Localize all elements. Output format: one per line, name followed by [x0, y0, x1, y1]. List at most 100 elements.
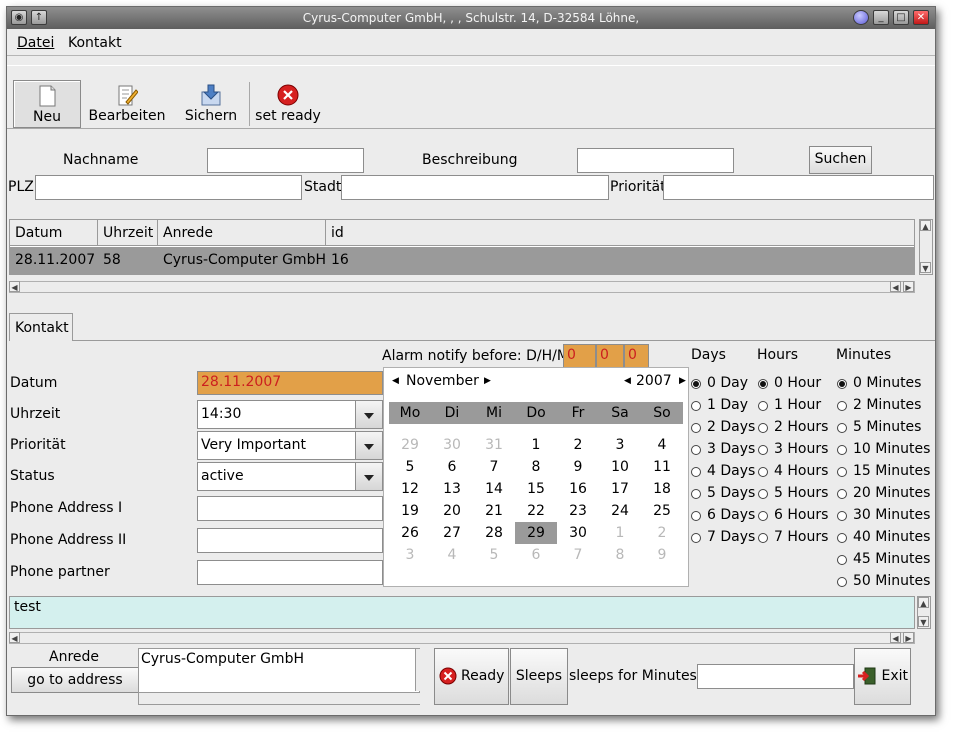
calendar-day[interactable]: 27: [431, 522, 473, 544]
calendar-day[interactable]: 7: [473, 456, 515, 478]
scroll-down-icon[interactable]: ▼: [918, 616, 929, 627]
city-input[interactable]: [341, 175, 609, 200]
calendar-day[interactable]: 8: [515, 456, 557, 478]
alarm-minutes-input[interactable]: 0: [624, 344, 649, 368]
hours-radio[interactable]: [758, 533, 768, 543]
notes-horizontal-scrollbar[interactable]: ◀ ◀ ▶: [9, 632, 915, 644]
scroll-up-icon[interactable]: ▲: [918, 597, 929, 608]
days-radio-label[interactable]: 5 Days: [707, 485, 755, 501]
salutation-textarea[interactable]: Cyrus-Computer GmbH: [138, 648, 428, 705]
calendar-day[interactable]: 4: [431, 544, 473, 566]
minutes-radio[interactable]: [837, 423, 847, 433]
minutes-radio[interactable]: [837, 577, 847, 587]
calendar-day[interactable]: 1: [599, 522, 641, 544]
calendar-day[interactable]: 18: [641, 478, 683, 500]
hours-radio-label[interactable]: 7 Hours: [774, 529, 828, 545]
calendar-day[interactable]: 1: [515, 434, 557, 456]
menu-kontakt[interactable]: Kontakt: [68, 35, 122, 51]
minutes-radio[interactable]: [837, 489, 847, 499]
date-calendar[interactable]: ◀ November ▶ ◀ 2007 ▶ Mo Di Mi Do Fr Sa So 29 3…: [383, 367, 689, 587]
menu-datei[interactable]: Datei: [17, 35, 54, 51]
sleeps-minutes-input[interactable]: [697, 664, 854, 689]
hours-radio[interactable]: [758, 423, 768, 433]
calendar-day[interactable]: 30: [431, 434, 473, 456]
table-horizontal-scrollbar[interactable]: ◀ ◀ ▶: [9, 281, 915, 293]
salutation-horizontal-scrollbar[interactable]: [139, 692, 420, 704]
calendar-day[interactable]: 7: [557, 544, 599, 566]
calendar-day[interactable]: 20: [431, 500, 473, 522]
calendar-day[interactable]: 8: [599, 544, 641, 566]
minutes-radio-label[interactable]: 45 Minutes: [853, 551, 930, 567]
days-radio-label[interactable]: 4 Days: [707, 463, 755, 479]
calendar-day[interactable]: 2: [557, 434, 599, 456]
hours-radio[interactable]: [758, 379, 768, 389]
date-input[interactable]: 28.11.2007: [197, 371, 383, 395]
days-radio[interactable]: [691, 423, 701, 433]
chevron-down-icon[interactable]: [355, 401, 382, 428]
hours-radio[interactable]: [758, 445, 768, 455]
table-vertical-scrollbar[interactable]: ▲ ▼: [919, 219, 933, 275]
phone-address-2-input[interactable]: [197, 528, 383, 553]
column-header-time[interactable]: Uhrzeit: [98, 220, 158, 246]
calendar-day[interactable]: 5: [389, 456, 431, 478]
calendar-day[interactable]: 2: [641, 522, 683, 544]
calendar-day[interactable]: 30: [557, 522, 599, 544]
ready-button[interactable]: Ready: [434, 648, 509, 705]
notes-vertical-scrollbar[interactable]: ▲ ▼: [917, 596, 931, 629]
alarm-days-input[interactable]: 0: [563, 344, 596, 368]
minutes-radio[interactable]: [837, 533, 847, 543]
calendar-day[interactable]: 21: [473, 500, 515, 522]
notes-textarea[interactable]: test: [9, 596, 915, 629]
minutes-radio[interactable]: [837, 467, 847, 477]
days-radio[interactable]: [691, 401, 701, 411]
minutes-radio[interactable]: [837, 555, 847, 565]
calendar-day[interactable]: 4: [641, 434, 683, 456]
prev-month-icon[interactable]: ◀: [392, 376, 399, 386]
scroll-right-icon[interactable]: ▶: [903, 281, 914, 292]
calendar-day[interactable]: 14: [473, 478, 515, 500]
minutes-radio-label[interactable]: 15 Minutes: [853, 463, 930, 479]
hours-radio[interactable]: [758, 489, 768, 499]
calendar-day[interactable]: 6: [515, 544, 557, 566]
hours-radio-label[interactable]: 1 Hour: [774, 397, 821, 413]
description-input[interactable]: [577, 148, 734, 173]
calendar-day[interactable]: 24: [599, 500, 641, 522]
hours-radio-label[interactable]: 6 Hours: [774, 507, 828, 523]
chevron-down-icon[interactable]: [355, 463, 382, 490]
phone-address-1-input[interactable]: [197, 496, 383, 521]
minutes-radio-label[interactable]: 2 Minutes: [853, 397, 921, 413]
salutation-vertical-scrollbar[interactable]: [415, 649, 428, 691]
minutes-radio-label[interactable]: 10 Minutes: [853, 441, 930, 457]
minimize-icon[interactable]: _: [873, 10, 889, 25]
scroll-up-icon[interactable]: ▲: [920, 220, 931, 231]
days-radio-label[interactable]: 7 Days: [707, 529, 755, 545]
calendar-day[interactable]: 23: [557, 500, 599, 522]
search-button[interactable]: Suchen: [809, 146, 872, 174]
new-button[interactable]: Neu: [13, 80, 81, 128]
priority-combobox[interactable]: Very Important: [197, 431, 383, 460]
chevron-down-icon[interactable]: [355, 432, 382, 459]
days-radio-label[interactable]: 0 Day: [707, 375, 748, 391]
calendar-day[interactable]: 9: [557, 456, 599, 478]
scroll-down-icon[interactable]: ▼: [920, 262, 931, 273]
minutes-radio-label[interactable]: 0 Minutes: [853, 375, 921, 391]
hours-radio-label[interactable]: 4 Hours: [774, 463, 828, 479]
prev-year-icon[interactable]: ◀: [624, 376, 631, 386]
calendar-day[interactable]: 29: [389, 434, 431, 456]
priority-search-input[interactable]: [663, 175, 934, 200]
scroll-left-icon[interactable]: ◀: [9, 632, 20, 643]
scroll-left-icon[interactable]: ◀: [890, 281, 901, 292]
table-row[interactable]: 28.11.2007 58 Cyrus-Computer GmbH 16: [10, 247, 914, 274]
calendar-day[interactable]: 9: [641, 544, 683, 566]
hours-radio-label[interactable]: 2 Hours: [774, 419, 828, 435]
scroll-left-icon[interactable]: ◀: [9, 281, 20, 292]
calendar-day[interactable]: 16: [557, 478, 599, 500]
time-combobox[interactable]: 14:30: [197, 400, 383, 429]
column-header-salutation[interactable]: Anrede: [158, 220, 326, 246]
calendar-day[interactable]: 6: [431, 456, 473, 478]
calendar-day[interactable]: 10: [599, 456, 641, 478]
status-combobox[interactable]: active: [197, 462, 383, 491]
days-radio[interactable]: [691, 445, 701, 455]
column-header-date[interactable]: Datum: [10, 220, 98, 246]
calendar-day[interactable]: 5: [473, 544, 515, 566]
